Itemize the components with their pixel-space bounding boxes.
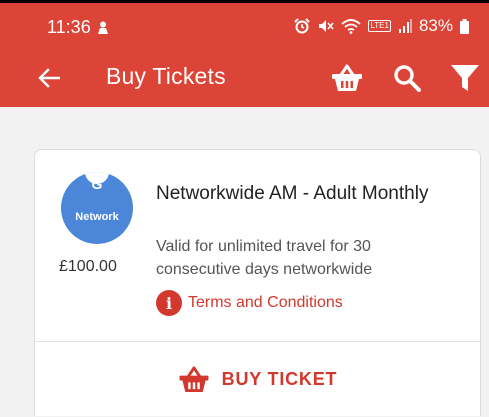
basket-icon (332, 64, 362, 91)
filter-button[interactable] (448, 61, 482, 95)
info-icon: i (156, 290, 182, 316)
battery-percent: 83% (418, 16, 453, 35)
operator-logo: G Network (61, 172, 133, 244)
status-time: 11:36 (47, 17, 91, 37)
buy-ticket-button[interactable]: BUY TICKET (35, 342, 480, 417)
signal-icon (398, 19, 412, 33)
volte-icon: LTE1 (368, 20, 391, 32)
status-bar: 11:36 LTE1 83% (0, 3, 489, 49)
mute-icon (319, 20, 335, 32)
buy-ticket-label: BUY TICKET (221, 369, 338, 389)
search-button[interactable] (390, 61, 424, 95)
back-button[interactable] (34, 63, 64, 93)
status-icons: LTE1 83% (294, 16, 469, 36)
person-icon (97, 21, 108, 34)
toolbar: Buy Tickets (0, 49, 489, 107)
status-time-group: 11:36 (47, 17, 109, 38)
ticket-description: Valid for unlimited travel for 30 consec… (156, 238, 373, 278)
ticket-price: £100.00 (59, 258, 117, 275)
search-icon (394, 65, 421, 92)
terms-label: Terms and Conditions (188, 294, 343, 311)
back-arrow-icon (38, 68, 60, 88)
battery-icon (460, 18, 469, 34)
app-bar: 11:36 LTE1 83% Buy Tickets (0, 3, 489, 107)
page-title: Buy Tickets (106, 63, 226, 89)
wifi-icon (341, 19, 362, 34)
ticket-name: Networkwide AM - Adult Monthly (156, 183, 429, 204)
terms-link[interactable]: i Terms and Conditions (156, 290, 343, 316)
alarm-icon (294, 18, 311, 34)
ticket-card: G Network £100.00 Networkwide AM - Adult… (34, 149, 481, 416)
logo-letter: G (91, 176, 103, 192)
basket-icon (179, 366, 209, 393)
logo-text: Network (75, 211, 119, 223)
basket-button[interactable] (330, 61, 364, 95)
filter-icon (451, 65, 479, 91)
